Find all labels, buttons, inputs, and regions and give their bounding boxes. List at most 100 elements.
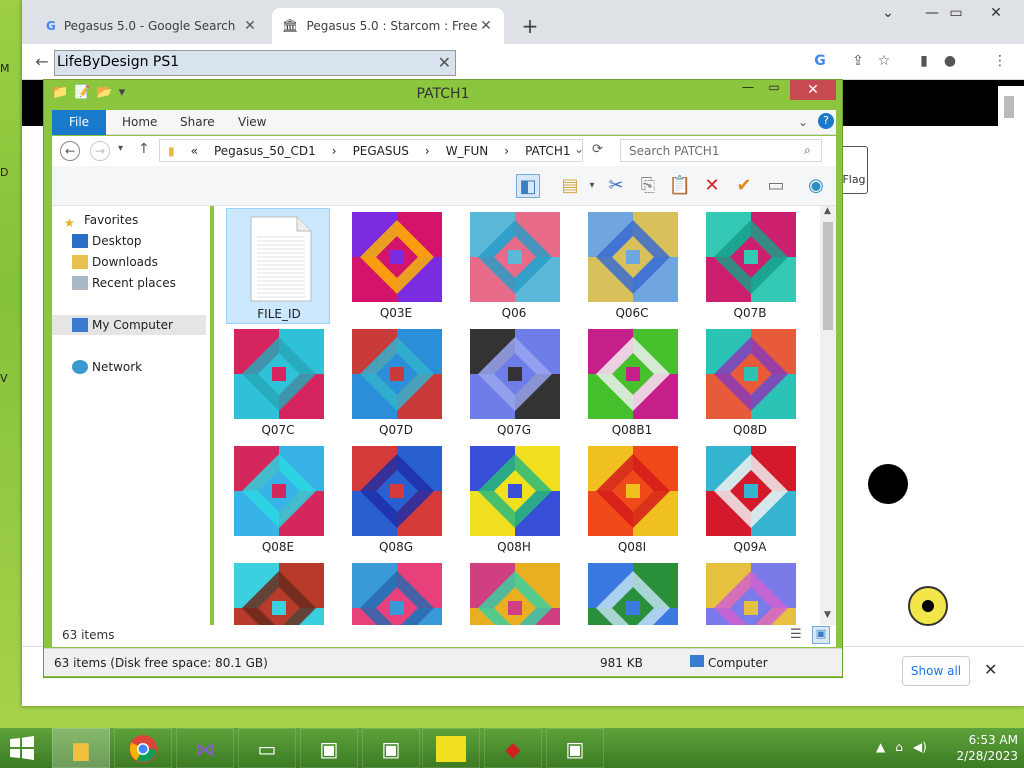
file-tile[interactable] xyxy=(226,559,330,625)
window-taskbar-icon[interactable]: ▣ xyxy=(362,728,420,768)
tab-file[interactable]: File xyxy=(52,110,106,135)
profile-avatar-icon[interactable]: ● xyxy=(940,53,960,73)
file-tile[interactable]: Q08D xyxy=(698,325,802,441)
red-character-taskbar-icon[interactable]: ◆ xyxy=(484,728,542,768)
show-hidden-icons-icon[interactable]: ▲ xyxy=(876,740,885,754)
file-tile[interactable]: Q07B xyxy=(698,208,802,324)
tab-share[interactable]: Share xyxy=(180,115,215,129)
breadcrumb[interactable]: ▮ « Pegasus_50_CD1 › PEGASUS › W_FUN › P… xyxy=(159,139,583,162)
search-icon[interactable]: ⌕ xyxy=(804,143,811,158)
refresh-icon[interactable]: ⟳ xyxy=(592,142,603,157)
file-tile[interactable]: Q08E xyxy=(226,442,330,558)
nav-desktop[interactable]: Desktop xyxy=(52,231,206,251)
breadcrumb-sep-icon[interactable]: › xyxy=(332,144,337,158)
share-icon[interactable]: ⇪ xyxy=(848,53,868,73)
desktop-icon-label[interactable]: M xyxy=(0,62,14,75)
bookmark-star-icon[interactable]: ☆ xyxy=(874,53,894,73)
tab-home[interactable]: Home xyxy=(122,115,157,129)
breadcrumb-sep-icon[interactable]: › xyxy=(504,144,509,158)
view-chevron-icon[interactable]: ▾ xyxy=(580,174,604,198)
page-scrollbar[interactable] xyxy=(998,86,1024,642)
nav-my-computer[interactable]: My Computer xyxy=(52,315,206,335)
change-view-icon[interactable]: ▤ xyxy=(558,174,582,198)
file-tile[interactable]: Q06 xyxy=(462,208,566,324)
globe-icon[interactable]: ◉ xyxy=(804,174,828,198)
help-icon[interactable]: ? xyxy=(818,113,834,129)
breadcrumb-item[interactable]: PATCH1 xyxy=(525,144,570,158)
scroll-up-arrow-icon[interactable]: ▲ xyxy=(824,206,831,216)
back-icon[interactable]: ← xyxy=(32,52,52,72)
tab-search-chevron-icon[interactable]: ⌄ xyxy=(866,0,910,28)
close-window-button[interactable]: ✕ xyxy=(974,0,1018,28)
properties-icon[interactable]: ▭ xyxy=(764,174,788,198)
copy-icon[interactable]: ⎘ xyxy=(636,174,660,198)
flag-button[interactable]: Flag xyxy=(840,146,868,194)
file-tile[interactable]: Q06C xyxy=(580,208,684,324)
file-grid-scrollbar[interactable]: ▲ ▼ xyxy=(820,206,836,625)
nav-network[interactable]: Network xyxy=(52,357,206,377)
breadcrumb-sep-icon[interactable]: › xyxy=(425,144,430,158)
menu-icon[interactable]: ⋮ xyxy=(990,53,1010,73)
address-dropdown-chevron-icon[interactable]: ⌄ xyxy=(574,142,584,156)
explorer-minimize-button[interactable]: — xyxy=(736,80,760,100)
clear-icon[interactable]: ✕ xyxy=(438,53,451,72)
new-tab-button[interactable]: + xyxy=(516,12,544,40)
side-panel-icon[interactable]: ▮ xyxy=(914,53,934,73)
windows-start-icon[interactable] xyxy=(8,734,36,762)
nav-favorites[interactable]: ★ Favorites xyxy=(52,210,206,230)
maximize-button[interactable]: ▭ xyxy=(934,0,978,28)
desktop-icon-label[interactable]: V xyxy=(0,372,14,385)
details-view-icon[interactable]: ☰ xyxy=(790,627,802,642)
nav-recent-places[interactable]: Recent places xyxy=(52,273,206,293)
close-tab-icon[interactable]: ✕ xyxy=(242,18,258,34)
tab-view[interactable]: View xyxy=(238,115,266,129)
chrome-taskbar-icon[interactable] xyxy=(114,728,172,768)
recent-locations-chevron-icon[interactable]: ▾ xyxy=(118,143,123,154)
scroll-down-arrow-icon[interactable]: ▼ xyxy=(824,610,831,620)
network-tray-icon[interactable]: ⌂ xyxy=(895,740,903,754)
preview-pane-icon[interactable]: ◧ xyxy=(516,174,540,198)
file-tile[interactable]: Q03E xyxy=(344,208,448,324)
breadcrumb-item[interactable]: PEGASUS xyxy=(353,144,409,158)
file-tile[interactable]: Q07C xyxy=(226,325,330,441)
tab-pegasus-starcom[interactable]: 🏛 Pegasus 5.0 : Starcom : Free Dow ✕ xyxy=(272,8,504,44)
file-tile[interactable]: Q07D xyxy=(344,325,448,441)
clock[interactable]: 6:53 AM 2/28/2023 xyxy=(938,732,1018,764)
close-download-bar-icon[interactable]: ✕ xyxy=(984,660,997,679)
file-explorer-taskbar-icon[interactable]: ▆ xyxy=(52,728,110,768)
desktop-icon-label[interactable]: D xyxy=(0,166,14,179)
file-tile[interactable]: Q08B1 xyxy=(580,325,684,441)
visual-studio-taskbar-icon[interactable]: ⋈ xyxy=(176,728,234,768)
file-tile[interactable]: Q09A xyxy=(698,442,802,558)
file-tile[interactable] xyxy=(698,559,802,625)
file-tile[interactable]: Q08G xyxy=(344,442,448,558)
file-tile[interactable]: Q08I xyxy=(580,442,684,558)
window-taskbar-icon[interactable]: ▣ xyxy=(300,728,358,768)
forward-arrow-icon[interactable]: → xyxy=(90,141,110,161)
volume-icon[interactable]: ◀) xyxy=(913,740,927,754)
rename-check-icon[interactable]: ✔ xyxy=(732,174,756,198)
overflow-icon[interactable]: « xyxy=(191,144,198,158)
yellow-app-taskbar-icon[interactable] xyxy=(422,728,480,768)
tab-google-search[interactable]: G Pegasus 5.0 - Google Search ✕ xyxy=(36,8,268,44)
app-taskbar-icon[interactable]: ▭ xyxy=(238,728,296,768)
scrollbar-thumb[interactable] xyxy=(1004,96,1014,118)
file-tile[interactable]: Q07G xyxy=(462,325,566,441)
breadcrumb-item[interactable]: Pegasus_50_CD1 xyxy=(214,144,316,158)
file-tile[interactable]: Q08H xyxy=(462,442,566,558)
address-bar[interactable]: LifeByDesign PS1 ✕ xyxy=(54,50,456,76)
paste-icon[interactable]: 📋 xyxy=(668,174,692,198)
google-lens-icon[interactable]: G xyxy=(810,53,830,73)
breadcrumb-item[interactable]: W_FUN xyxy=(446,144,489,158)
nav-downloads[interactable]: Downloads xyxy=(52,252,206,272)
file-tile[interactable] xyxy=(462,559,566,625)
explorer-maximize-button[interactable]: ▭ xyxy=(762,80,786,100)
file-tile[interactable] xyxy=(344,559,448,625)
up-arrow-icon[interactable]: ↑ xyxy=(138,141,150,157)
expand-ribbon-chevron-icon[interactable]: ⌄ xyxy=(798,115,808,129)
cut-icon[interactable]: ✂ xyxy=(604,174,628,198)
large-icons-view-icon[interactable]: ▣ xyxy=(812,626,830,644)
scrollbar-thumb[interactable] xyxy=(823,222,833,330)
search-input[interactable]: Search PATCH1 xyxy=(620,139,822,162)
close-tab-icon[interactable]: ✕ xyxy=(478,18,494,34)
